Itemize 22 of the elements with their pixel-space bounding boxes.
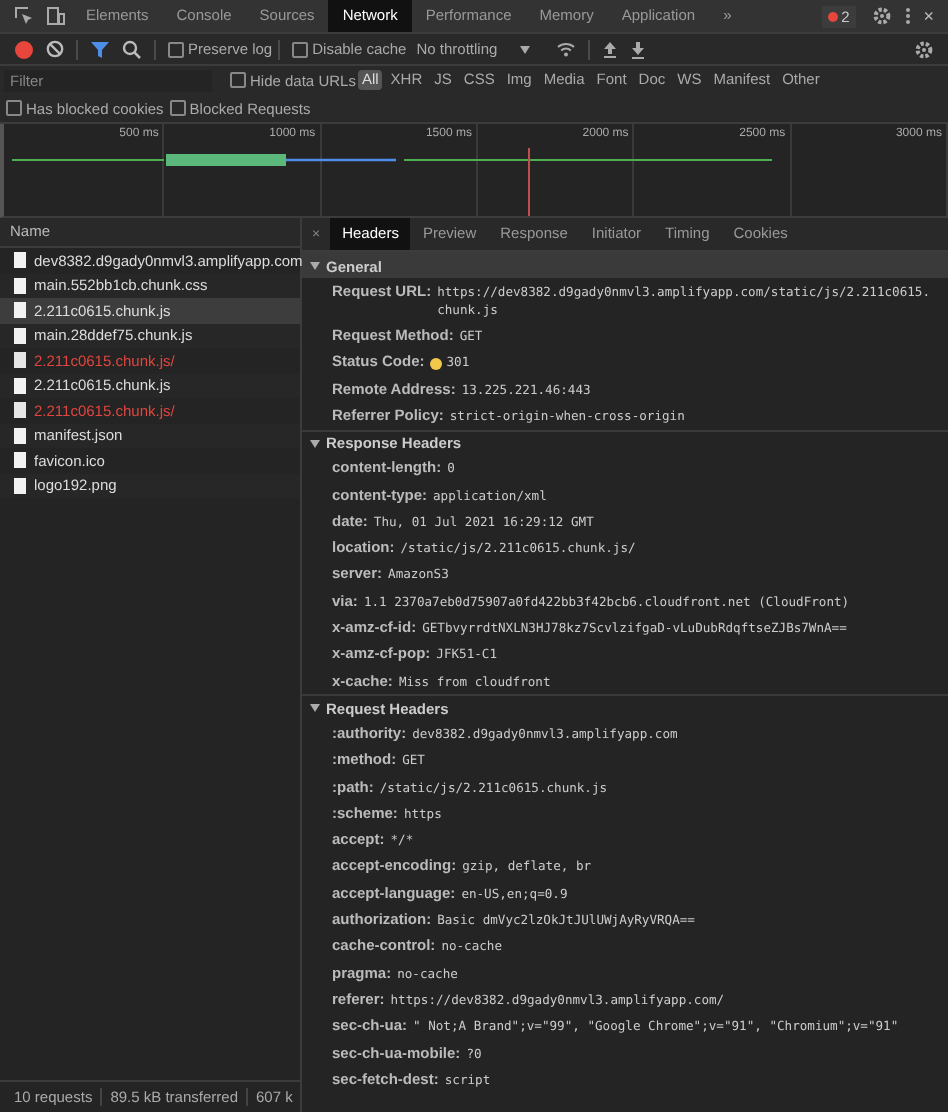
close-button[interactable]: × (917, 6, 940, 26)
inspect-icon[interactable] (14, 6, 34, 26)
settings-icon[interactable] (914, 39, 934, 59)
more-options-icon[interactable] (903, 6, 912, 26)
clear-icon[interactable] (46, 40, 64, 58)
wifi-icon[interactable] (555, 40, 576, 58)
search-icon[interactable] (122, 39, 142, 59)
checkbox[interactable] (169, 100, 186, 116)
expand-triangle-icon[interactable] (310, 704, 320, 713)
caret-icon (519, 45, 530, 53)
expand-triangle-icon[interactable] (310, 262, 320, 270)
device-icon[interactable] (46, 6, 66, 26)
checkbox[interactable] (292, 41, 309, 57)
checkbox[interactable] (6, 100, 22, 116)
download-icon[interactable] (629, 39, 646, 59)
expand-triangle-icon[interactable] (310, 439, 320, 448)
upload-icon[interactable] (601, 39, 618, 59)
checkbox[interactable] (230, 72, 246, 88)
filter-icon[interactable] (90, 39, 110, 59)
settings-icon[interactable] (871, 6, 892, 26)
record-icon[interactable] (14, 39, 34, 59)
checkbox[interactable] (168, 41, 184, 57)
